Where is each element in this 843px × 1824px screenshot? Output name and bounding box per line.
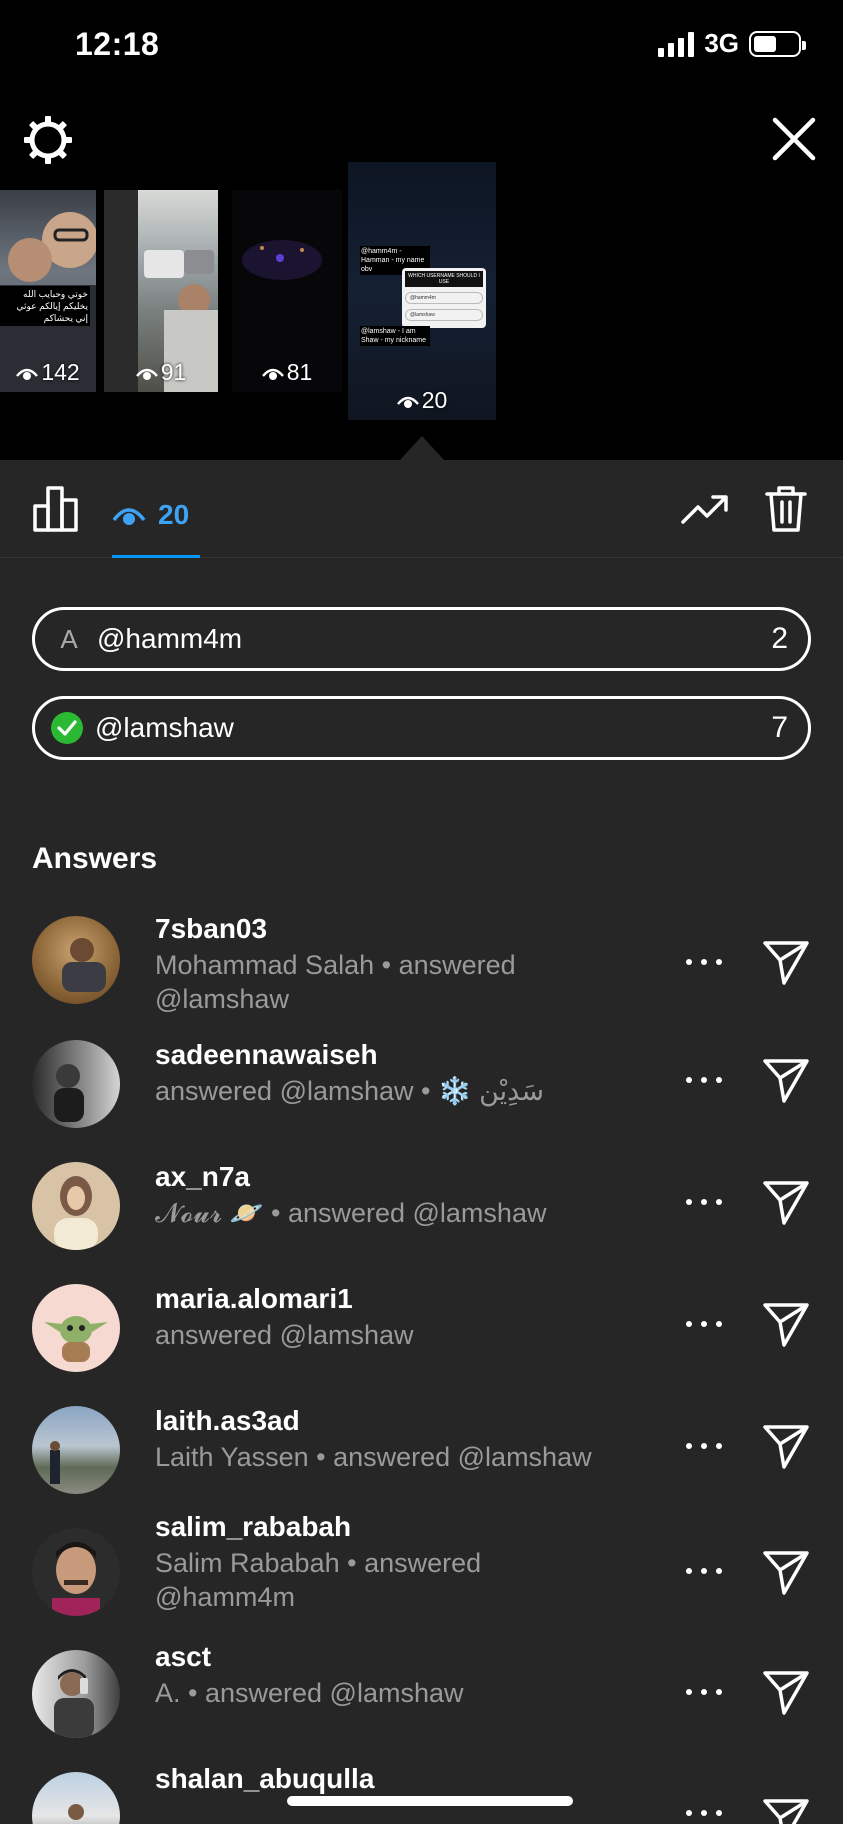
avatar[interactable]: [32, 1650, 120, 1738]
trending-up-icon[interactable]: [680, 492, 730, 526]
poll-option-letter: A: [60, 623, 78, 654]
avatar[interactable]: [32, 916, 120, 1004]
answer-subtitle: Laith Yassen • answered @lamshaw: [155, 1442, 592, 1472]
bar-chart-icon[interactable]: [32, 484, 80, 532]
story-view-count: 142: [0, 359, 96, 386]
avatar[interactable]: [32, 1772, 120, 1824]
poll-sticker-option: @lamshaw: [405, 309, 483, 321]
correct-check-icon: [51, 712, 83, 744]
story-view-count: 20: [348, 387, 496, 414]
poll-option-count: 7: [771, 711, 788, 744]
answer-username[interactable]: ax_n7a: [155, 1160, 715, 1194]
answers-heading: Answers: [32, 842, 158, 875]
answer-username[interactable]: laith.as3ad: [155, 1404, 715, 1438]
avatar[interactable]: [32, 1406, 120, 1494]
view-count-value: 20: [421, 387, 448, 413]
answer-subtitle: answered @lamshaw: [155, 1320, 414, 1350]
send-icon[interactable]: [762, 1178, 810, 1226]
poll-sticker-option: @hamm4m: [405, 292, 483, 304]
view-count-value: 142: [41, 359, 80, 385]
more-options-icon[interactable]: [686, 1321, 722, 1331]
story-thumbnail[interactable]: خوتي وحبايب الله يخليكم إيالكم عوثي إني …: [0, 190, 96, 392]
home-indicator[interactable]: [287, 1796, 573, 1806]
answer-username[interactable]: 7sban03: [155, 912, 675, 946]
more-options-icon[interactable]: [686, 959, 722, 969]
more-options-icon[interactable]: [686, 1568, 722, 1578]
answer-username[interactable]: asct: [155, 1640, 675, 1674]
answer-subtitle: Mohammad Salah • answered @lamshaw: [155, 950, 516, 1014]
more-options-icon[interactable]: [686, 1810, 722, 1820]
poll-option-b[interactable]: @lamshaw 7: [32, 696, 811, 760]
story-strip-area: 12:18 3G خوتي وحبايب الله يخليكم إيالكم …: [0, 0, 843, 460]
status-indicators: 3G: [658, 28, 806, 59]
more-options-icon[interactable]: [686, 1443, 722, 1453]
send-icon[interactable]: [762, 1668, 810, 1716]
avatar[interactable]: [32, 1528, 120, 1616]
close-icon[interactable]: [771, 116, 817, 162]
cellular-signal-icon: [658, 31, 695, 57]
story-thumbnail[interactable]: 91: [104, 190, 218, 392]
send-icon[interactable]: [762, 1056, 810, 1104]
avatar[interactable]: [32, 1162, 120, 1250]
answer-username[interactable]: shalan_abuqulla: [155, 1762, 675, 1796]
eye-icon: [396, 396, 419, 408]
send-icon[interactable]: [762, 1300, 810, 1348]
poll-option-label: @lamshaw: [95, 712, 234, 743]
eye-icon: [261, 368, 284, 380]
poll-sticker: WHICH USERNAME SHOULD I USE @hamm4m @lam…: [402, 268, 486, 328]
view-count-value: 81: [286, 359, 313, 385]
send-icon[interactable]: [762, 938, 810, 986]
more-options-icon[interactable]: [686, 1199, 722, 1209]
more-options-icon[interactable]: [686, 1689, 722, 1699]
battery-icon: [749, 30, 806, 57]
story-thumbnail-selected[interactable]: @hamm4m - Hamman - my name obv WHICH USE…: [348, 162, 496, 420]
story-viewer-screen: 12:18 3G خوتي وحبايب الله يخليكم إيالكم …: [0, 0, 843, 1824]
tab-viewers[interactable]: 20: [112, 478, 200, 558]
poll-option-label: @hamm4m: [97, 623, 243, 654]
eye-icon: [16, 368, 39, 380]
status-time: 12:18: [75, 26, 160, 62]
avatar[interactable]: [32, 1040, 120, 1128]
viewers-count: 20: [158, 498, 190, 530]
send-icon[interactable]: [762, 1548, 810, 1596]
selected-story-caret: [400, 436, 444, 460]
answer-subtitle: answered @lamshaw • ❄️ سَدِيْن: [155, 1076, 544, 1106]
settings-gear-icon[interactable]: [22, 114, 74, 166]
answer-username[interactable]: maria.alomari1: [155, 1282, 675, 1316]
poll-sticker-title: WHICH USERNAME SHOULD I USE: [405, 271, 483, 287]
story-view-count: 81: [232, 359, 342, 386]
trash-icon[interactable]: [764, 484, 808, 534]
story-caption: خوتي وحبايب الله يخليكم إيالكم عوثي إني …: [0, 286, 90, 326]
answer-username[interactable]: salim_rababah: [155, 1510, 675, 1544]
answer-subtitle: Salim Rababah • answered @hamm4m: [155, 1548, 482, 1612]
story-thumbnail[interactable]: 81: [232, 190, 342, 392]
view-count-value: 91: [160, 359, 187, 385]
more-options-icon[interactable]: [686, 1077, 722, 1087]
eye-icon: [112, 507, 146, 525]
avatar[interactable]: [32, 1284, 120, 1372]
answer-subtitle: A. • answered @lamshaw: [155, 1678, 464, 1708]
send-icon[interactable]: [762, 1422, 810, 1470]
poll-option-count: 2: [771, 622, 788, 655]
send-icon[interactable]: [762, 1796, 810, 1824]
story-view-count: 91: [104, 359, 218, 386]
network-type: 3G: [704, 28, 739, 58]
story-caption: @lamshaw - I am Shaw - my nickname: [360, 326, 430, 346]
answer-username[interactable]: sadeennawaiseh: [155, 1038, 715, 1072]
eye-icon: [135, 368, 158, 380]
answer-subtitle: 𝓝𝓸𝓾𝓻 🪐 • answered @lamshaw: [155, 1198, 547, 1228]
poll-option-a[interactable]: A @hamm4m 2: [32, 607, 811, 671]
